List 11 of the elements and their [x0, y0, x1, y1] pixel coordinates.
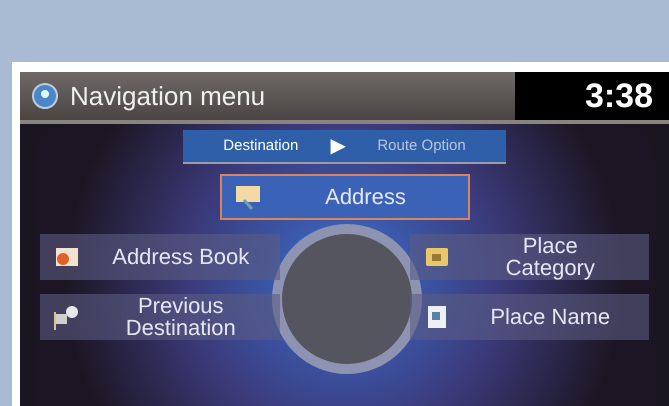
menu-item[interactable]: Place Name	[410, 294, 649, 340]
globe-icon	[32, 83, 58, 109]
menu-item[interactable]: Place Category	[410, 234, 649, 280]
screen-title: Navigation menu	[70, 80, 266, 112]
menu-item[interactable]: Address	[220, 174, 470, 220]
menu-item[interactable]: Address Book	[40, 234, 280, 280]
arrow-separator: ▶	[330, 134, 346, 159]
clock-time: 3:38	[514, 72, 669, 120]
menu-item[interactable]: Previous Destination	[40, 294, 280, 340]
tab[interactable]: Route Option	[369, 134, 474, 158]
tab[interactable]: Destination	[215, 134, 306, 158]
